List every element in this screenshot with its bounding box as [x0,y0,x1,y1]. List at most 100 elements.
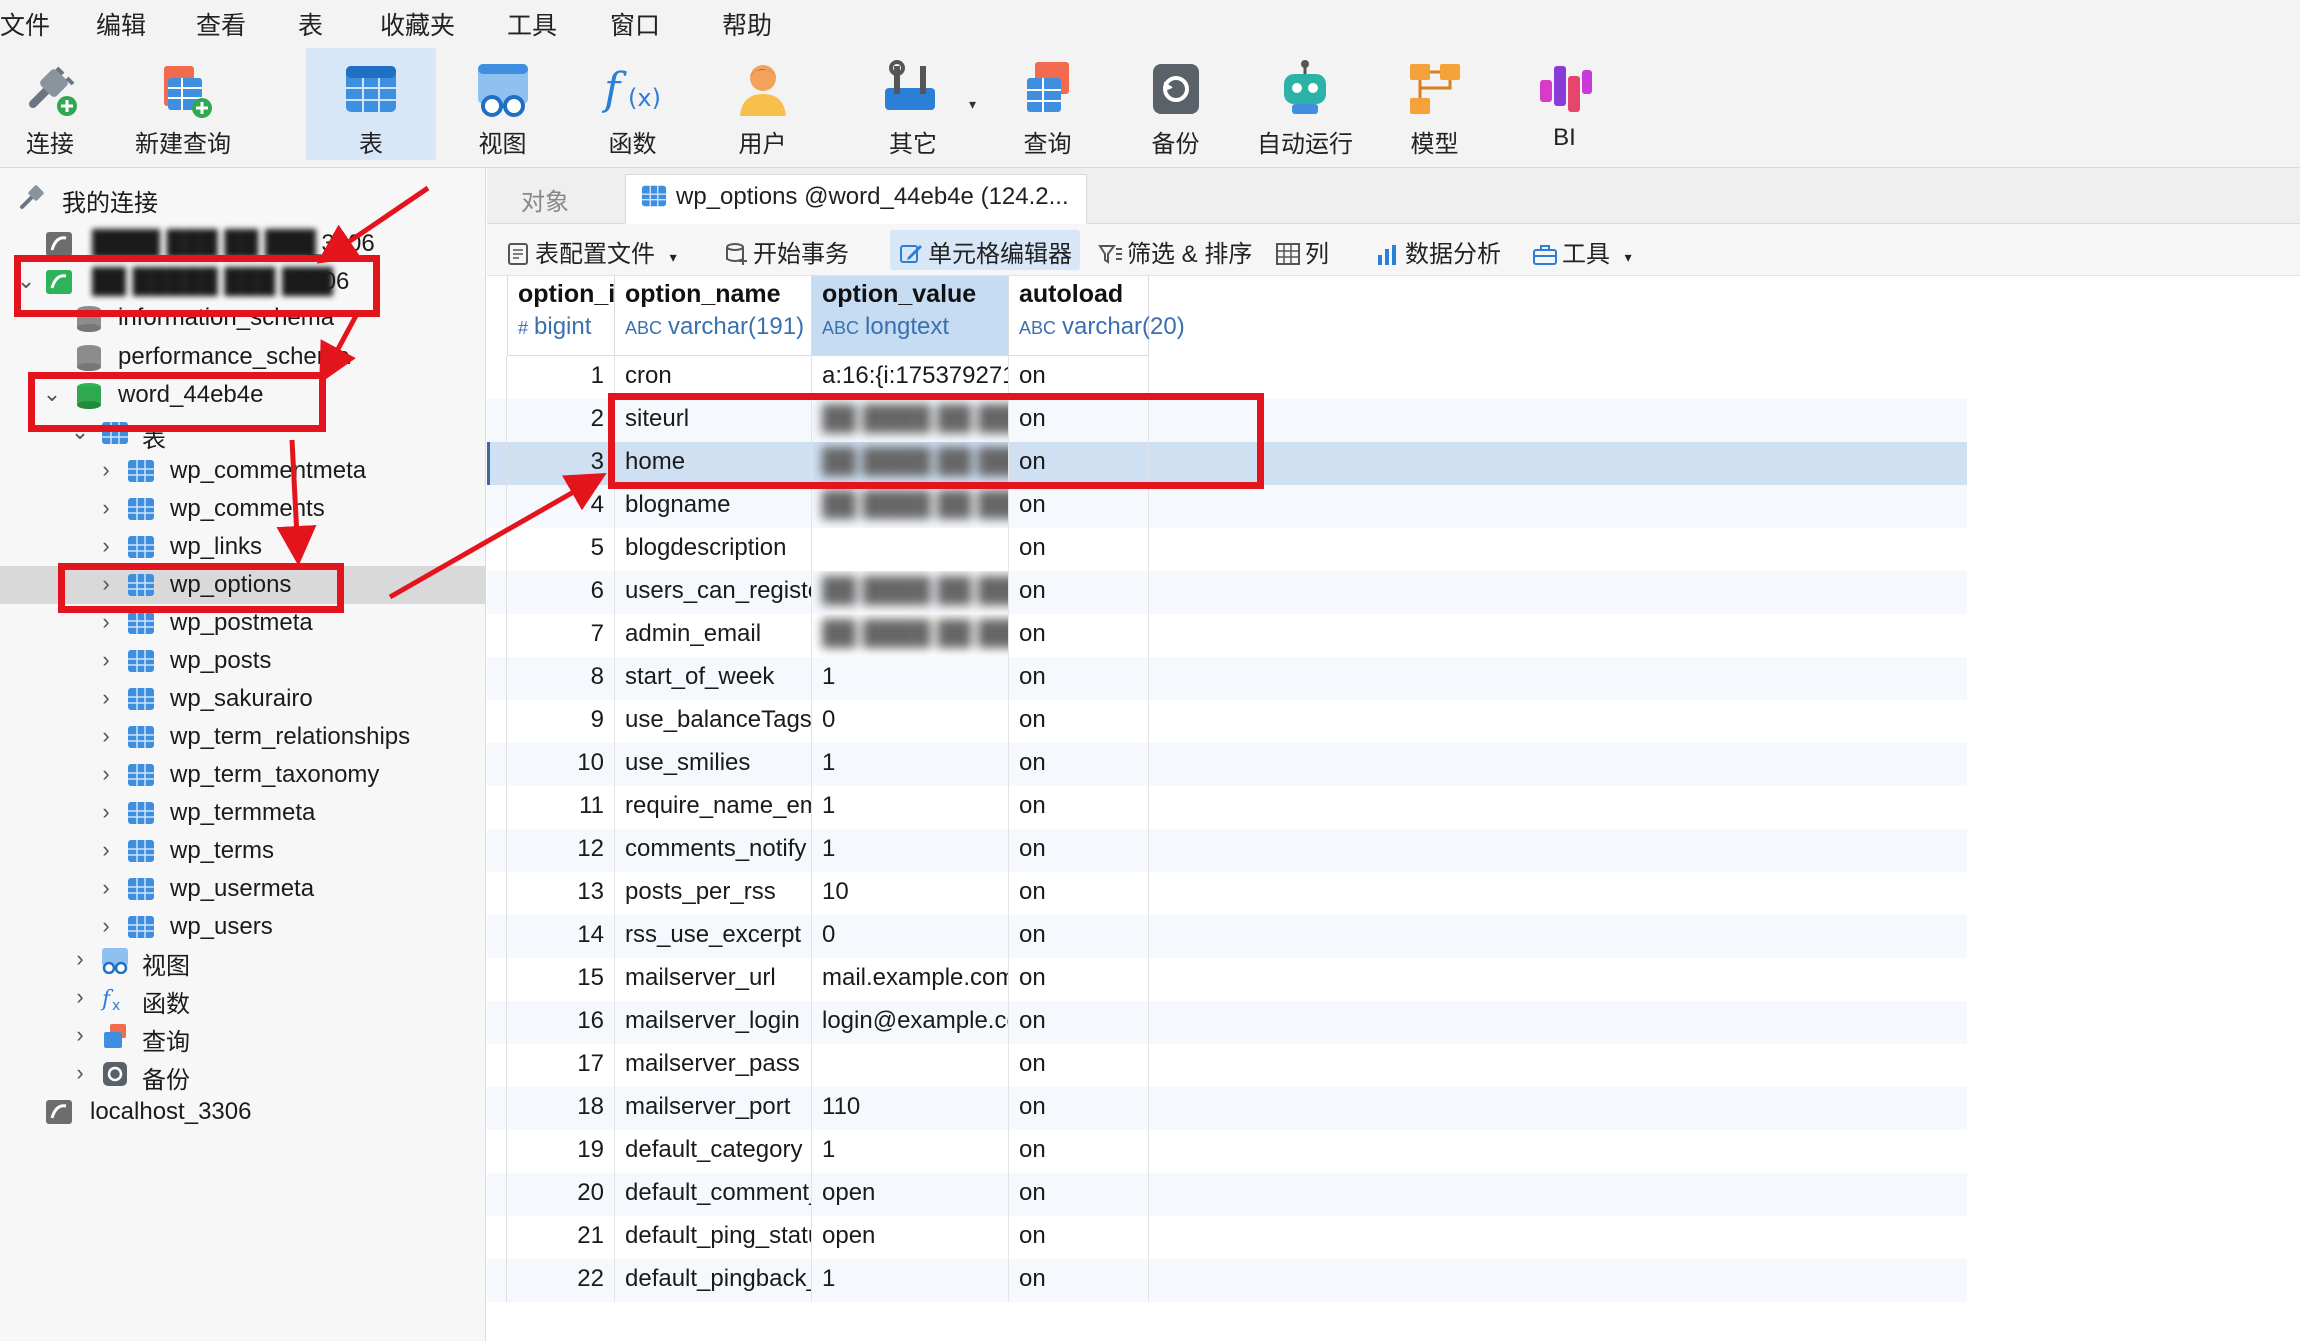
tree-table-wp-links[interactable]: ›wp_links [0,528,485,566]
cell-autoload[interactable]: on [1009,442,1149,485]
toolbar-table-button[interactable]: 表 [306,48,436,160]
menu-help[interactable]: 帮助 [722,6,772,42]
tree-connection-localhost[interactable]: localhost_3306 [0,1093,485,1131]
row-selector[interactable] [487,1044,507,1087]
row-selector[interactable] [487,915,507,958]
chevron-right-icon[interactable]: › [96,875,116,901]
cell-option-value[interactable] [812,528,1009,571]
table-row[interactable]: 3home██ ████ ██ ███ ████on [487,442,1967,485]
cell-autoload[interactable]: on [1009,915,1149,958]
cell-autoload[interactable]: on [1009,829,1149,872]
chevron-down-icon[interactable]: ⌄ [70,419,90,445]
cell-option-name[interactable]: siteurl [615,399,812,442]
table-row[interactable]: 8start_of_week1on [487,657,1967,700]
table-row[interactable]: 1crona:16:{i:1753792717;a:1on [487,356,1967,399]
cell-option-id[interactable]: 10 [507,743,615,786]
toolbar-function-button[interactable]: f (x) 函数 [585,48,680,160]
tree-db-information-schema[interactable]: information_schema [0,299,485,337]
tree-table-wp-sakurairo[interactable]: ›wp_sakurairo [0,680,485,718]
cell-autoload[interactable]: on [1009,485,1149,528]
cell-autoload[interactable]: on [1009,528,1149,571]
toolbar-bi-button[interactable]: BI [1517,48,1612,160]
tree-db-performance-schema[interactable]: performance_schema [0,338,485,376]
tree-folder-views[interactable]: › 视图 [0,941,485,979]
cell-option-name[interactable]: mailserver_pass [615,1044,812,1087]
column-header-option-value[interactable]: option_value ABClongtext [812,276,1009,356]
cell-option-id[interactable]: 3 [507,442,615,485]
cell-autoload[interactable]: on [1009,1001,1149,1044]
chevron-right-icon[interactable]: › [96,647,116,673]
table-row[interactable]: 15mailserver_urlmail.example.comon [487,958,1967,1001]
chevron-down-icon[interactable]: ▾ [969,96,976,113]
cell-option-id[interactable]: 20 [507,1173,615,1216]
cell-option-id[interactable]: 18 [507,1087,615,1130]
chevron-right-icon[interactable]: › [96,609,116,635]
cell-option-name[interactable]: users_can_register [615,571,812,614]
tree-root-my-connections[interactable]: 我的连接 [0,178,485,216]
toolbar-user-button[interactable]: 用户 [715,48,810,160]
cell-option-value[interactable]: login@example.com [812,1001,1009,1044]
cell-option-id[interactable]: 19 [507,1130,615,1173]
chevron-right-icon[interactable]: › [96,495,116,521]
cell-option-value[interactable]: ██ ████ ██ ███ ████ [812,571,1009,614]
cell-option-value[interactable]: 0 [812,700,1009,743]
table-row[interactable]: 7admin_email██ ████ ██ ███ ████on [487,614,1967,657]
column-header-option-id[interactable]: option_id #bigint [507,276,615,356]
table-profile-button[interactable]: 表配置文件 ▾ [497,230,685,270]
cell-option-name[interactable]: use_smilies [615,743,812,786]
tree-table-wp-options[interactable]: ›wp_options [0,566,485,604]
cell-option-value[interactable]: open [812,1173,1009,1216]
cell-option-value[interactable]: ██ ████ ██ ███ ████ [812,399,1009,442]
chevron-right-icon[interactable]: › [96,913,116,939]
menu-table[interactable]: 表 [298,6,323,42]
tree-table-wp-postmeta[interactable]: ›wp_postmeta [0,604,485,642]
row-selector[interactable] [487,1001,507,1044]
chevron-right-icon[interactable]: › [96,457,116,483]
column-header-autoload[interactable]: autoload ABCvarchar(20) [1009,276,1149,356]
cell-autoload[interactable]: on [1009,743,1149,786]
toolbar-model-button[interactable]: 模型 [1387,48,1482,160]
table-row[interactable]: 6users_can_register██ ████ ██ ███ ████on [487,571,1967,614]
cell-option-name[interactable]: mailserver_port [615,1087,812,1130]
cell-autoload[interactable]: on [1009,1130,1149,1173]
cell-option-name[interactable]: rss_use_excerpt [615,915,812,958]
table-row[interactable]: 13posts_per_rss10on [487,872,1967,915]
cell-option-value[interactable]: 1 [812,786,1009,829]
tree-table-wp-comments[interactable]: ›wp_comments [0,490,485,528]
chevron-right-icon[interactable]: › [96,533,116,559]
table-row[interactable]: 19default_category1on [487,1130,1967,1173]
row-selector[interactable] [487,958,507,1001]
row-selector[interactable] [487,1259,507,1302]
toolbar-automation-button[interactable]: 自动运行 [1250,48,1360,160]
chevron-right-icon[interactable]: › [96,799,116,825]
row-selector[interactable] [487,485,507,528]
cell-autoload[interactable]: on [1009,1087,1149,1130]
row-selector[interactable] [487,399,507,442]
cell-option-id[interactable]: 22 [507,1259,615,1302]
cell-autoload[interactable]: on [1009,872,1149,915]
row-selector[interactable] [487,571,507,614]
menu-view[interactable]: 查看 [196,6,246,42]
cell-option-value[interactable]: mail.example.com [812,958,1009,1001]
cell-option-id[interactable]: 2 [507,399,615,442]
row-selector[interactable] [487,1130,507,1173]
cell-option-id[interactable]: 6 [507,571,615,614]
table-tools-button[interactable]: 工具 ▾ [1524,230,1640,270]
table-row[interactable]: 16mailserver_loginlogin@example.comon [487,1001,1967,1044]
tree-table-wp-term-relationships[interactable]: ›wp_term_relationships [0,718,485,756]
chevron-right-icon[interactable]: › [96,761,116,787]
cell-option-id[interactable]: 15 [507,958,615,1001]
cell-option-name[interactable]: default_category [615,1130,812,1173]
tree-table-wp-termmeta[interactable]: ›wp_termmeta [0,794,485,832]
chevron-down-icon[interactable]: ⌄ [16,268,36,294]
toolbar-other-button[interactable]: 其它 ▾ [860,48,980,160]
cell-editor-button[interactable]: 单元格编辑器 [890,230,1080,270]
chevron-right-icon[interactable]: › [70,1022,90,1048]
chevron-down-icon[interactable]: ⌄ [42,381,62,407]
cell-option-value[interactable]: open [812,1216,1009,1259]
tree-table-wp-commentmeta[interactable]: ›wp_commentmeta [0,452,485,490]
chevron-right-icon[interactable]: › [96,723,116,749]
cell-option-name[interactable]: home [615,442,812,485]
cell-option-name[interactable]: posts_per_rss [615,872,812,915]
chevron-right-icon[interactable]: › [70,946,90,972]
